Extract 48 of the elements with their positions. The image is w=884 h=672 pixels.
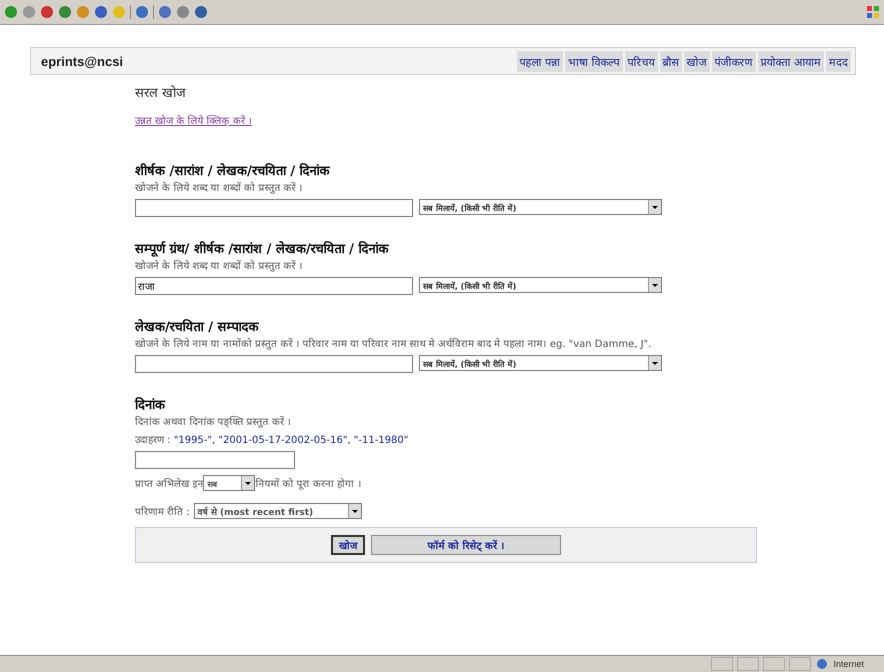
nav-link[interactable]: खोज [684, 50, 710, 72]
caret-icon [648, 278, 661, 292]
advanced-search-link[interactable]: उन्नत खोज के लिये क्लिक् करें । [135, 113, 252, 127]
help-text: खोजने के लिये शब्द या शब्दों को प्रस्तुत करें । [135, 259, 304, 274]
search-field[interactable] [135, 355, 413, 373]
nav-link[interactable]: ब्रौस [660, 50, 682, 72]
nav-link[interactable]: परिचय [624, 50, 658, 72]
help-text: खोजने के लिये नाम या नामोंको प्रस्तुत करें । परिवार नाम या परिवार नाम साथ मे अर्धविराम बाद मे पहला नाम। eg. "van Damme, J". [135, 337, 652, 352]
nav-link[interactable]: पहला पन्ना [516, 50, 563, 72]
section-heading: दिनांक [135, 396, 166, 413]
dropdown[interactable]: वर्ष से (most recent first) [194, 503, 362, 519]
nav-link[interactable]: भाषा विकल्प [565, 50, 622, 72]
section-heading: सम्पूर्ण ग्रंथ/ शीर्षक /सारांश / लेखक/रचयिता / दिनांक [135, 240, 390, 257]
example-label: उदाहरण : [135, 435, 172, 446]
order-label: परिणाम रीति : [135, 505, 190, 518]
reset-button[interactable]: फॉर्म को रिसेट् करें । [371, 535, 561, 555]
section-heading: शीर्षक /सारांश / लेखक/रचयिता / दिनांक [135, 162, 331, 179]
section-heading: लेखक/रचयिता / सम्पादक [135, 318, 260, 335]
status-panel [789, 657, 812, 671]
zone-text: Internet [833, 659, 864, 669]
nav-link[interactable]: पंजीकरण [712, 50, 756, 72]
windows-flag-icon [866, 5, 880, 19]
search-field[interactable] [135, 199, 413, 217]
page-title: सरल खोज [135, 84, 188, 101]
example-text: "1995-", [174, 435, 216, 446]
dropdown[interactable]: सब मिलायें, (किसी भी रीति में) [419, 199, 662, 215]
site-title: eprints@ncsi [41, 54, 124, 68]
dropdown[interactable]: सब मिलायें, (किसी भी रीति में) [419, 277, 662, 293]
caret-icon [348, 504, 361, 518]
dropdown[interactable]: सब [203, 475, 256, 491]
status-panel [763, 657, 786, 671]
help-text: खोजने के लिये शब्द या शब्दों को प्रस्तुत करें । [135, 181, 304, 196]
caret-icon [241, 476, 254, 490]
help-text: नियमों को पूरा करना होगा । [255, 477, 362, 490]
help-text: दिनांक अथवा दिनांक पङ्क्ति प्रस्तुत करें । [135, 415, 292, 430]
dropdown[interactable]: सब मिलायें, (किसी भी रीति में) [419, 355, 662, 371]
nav-link[interactable]: मदद [826, 50, 851, 72]
caret-icon [648, 356, 661, 370]
status-panel [737, 657, 760, 671]
search-button[interactable]: खोज [331, 535, 365, 555]
status-panel [711, 657, 734, 671]
caret-icon [648, 200, 661, 214]
example-text: "-11-1980" [354, 435, 408, 446]
date-field[interactable] [135, 451, 295, 469]
nav-link[interactable]: प्रयोक्ता आयाम [758, 50, 824, 72]
help-text: प्राप्त अभिलेख इन [135, 477, 204, 490]
search-field[interactable]: राजा [135, 277, 413, 295]
example-text: "2001-05-17-2002-05-16", [218, 435, 351, 446]
